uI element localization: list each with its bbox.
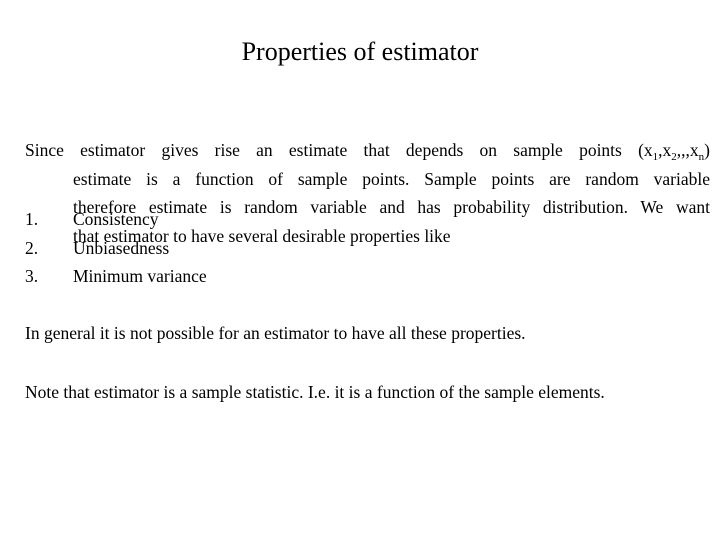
intro-line-1-text: Since estimator gives rise an estimate t… [25,140,653,160]
list-label: Unbiasedness [73,237,170,258]
separator-2: ,,,x [676,140,699,160]
list-item: 3. Minimum variance [25,262,207,291]
closing-paren: ) [704,140,710,160]
intro-line-1: Since estimator gives rise an estimate t… [25,136,710,165]
list-number: 2. [25,237,39,258]
general-note-paragraph: In general it is not possible for an est… [25,323,526,343]
list-label: Consistency [73,209,159,229]
intro-line-2: estimate is a function of sample points.… [73,168,710,189]
list-item: 2. Unbiasedness [25,234,207,263]
list-number: 3. [25,266,39,286]
list-item: 1. Consistency [25,205,207,234]
list-number: 1. [25,209,39,229]
separator-1: ,x [658,140,672,160]
list-label: Minimum variance [73,266,207,286]
sample-statistic-note: Note that estimator is a sample statisti… [25,382,605,402]
slide-title: Properties of estimator [241,37,479,66]
properties-list: 1. Consistency 2. Unbiasedness 3. Minimu… [25,205,207,291]
